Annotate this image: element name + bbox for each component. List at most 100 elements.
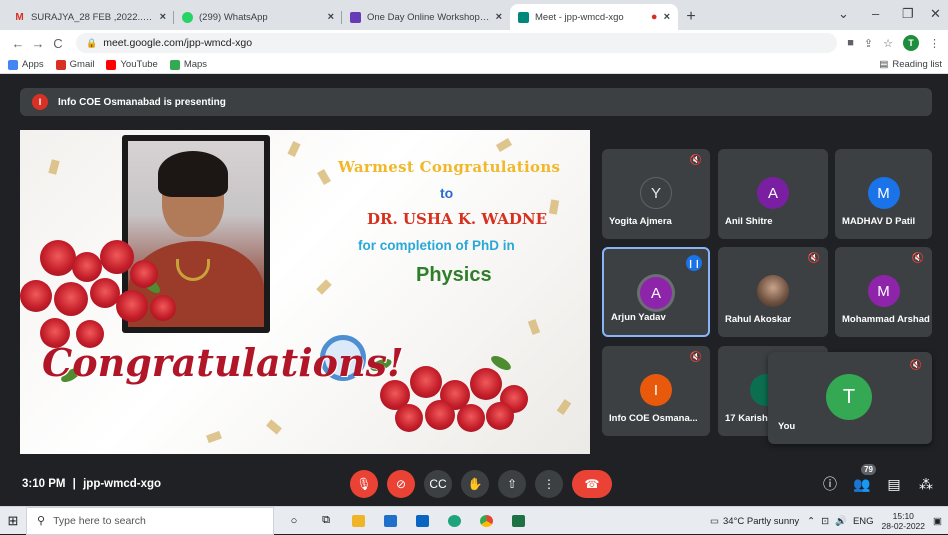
chat-icon[interactable]: ▤ <box>882 472 906 496</box>
tab-workshop[interactable]: One Day Online Workshop on "I" × <box>342 4 510 30</box>
edge-icon[interactable] <box>442 507 466 535</box>
participant-tile[interactable]: 🔇 Rahul Akoskar <box>718 247 828 337</box>
tab-surajya[interactable]: M SURAJYA_28 FEB ,2022... 1-4.pd × <box>6 4 174 30</box>
reading-list-icon: ▤ <box>879 59 889 70</box>
mic-off-icon: 🔇 <box>911 253 924 264</box>
browser-toolbar: ← → C 🔒 meet.google.com/jpp-wmcd-xgo ■ ⇪… <box>0 30 948 56</box>
recording-icon: ● <box>650 11 658 23</box>
activities-icon[interactable]: ⁂ <box>914 472 938 496</box>
camera-icon[interactable]: ■ <box>847 37 854 49</box>
speaking-indicator-icon: ❙❙ <box>686 255 702 271</box>
forward-icon[interactable]: → <box>28 36 48 51</box>
close-window-icon[interactable]: ✕ <box>930 6 941 22</box>
language-indicator[interactable]: ENG <box>853 516 874 527</box>
reading-list-button[interactable]: ▤ Reading list <box>879 59 942 70</box>
self-avatar: T <box>826 374 872 420</box>
volume-icon[interactable]: 🔊 <box>835 516 847 527</box>
menu-icon[interactable]: ⋮ <box>929 37 940 50</box>
notifications-icon[interactable]: ▣ <box>933 516 942 527</box>
new-tab-button[interactable]: + <box>678 4 704 30</box>
close-tab-icon[interactable]: × <box>328 11 334 23</box>
participant-tile-speaking[interactable]: ❙❙ A Arjun Yadav <box>602 247 710 337</box>
whatsapp-icon <box>182 11 193 23</box>
minimize-icon[interactable]: – <box>872 6 879 21</box>
info-icon[interactable]: ⓘ <box>818 472 842 496</box>
presentation-slide[interactable]: Warmest Congratulations to DR. USHA K. W… <box>20 130 590 454</box>
mic-off-icon[interactable]: 🎙 <box>350 470 378 498</box>
weather-text[interactable]: 34°C Partly sunny <box>723 516 799 527</box>
meeting-time: 3:10 PM <box>22 478 66 490</box>
presenting-text: Info COE Osmanabad is presenting <box>58 96 226 108</box>
system-tray: ▭ 34°C Partly sunny ⌃ ⊡ 🔊 ENG 15:10 28-0… <box>710 507 942 535</box>
tab-title: Meet - jpp-wmcd-xgo <box>535 11 624 23</box>
close-tab-icon[interactable]: × <box>664 11 670 23</box>
task-view-icon[interactable]: ⧉ <box>314 507 338 535</box>
bookmark-maps[interactable]: Maps <box>169 59 207 70</box>
participant-tile[interactable]: 🔇 Y Yogita Ajmera <box>602 149 710 239</box>
participant-tile[interactable]: 🔇 I Info COE Osmana... <box>602 346 710 436</box>
bookmark-apps[interactable]: Apps <box>8 59 44 70</box>
captions-icon[interactable]: CC <box>424 470 452 498</box>
meeting-code: jpp-wmcd-xgo <box>83 478 162 490</box>
back-icon[interactable]: ← <box>8 36 28 51</box>
meet-main: I Info COE Osmanabad is presenting Warme… <box>0 74 948 506</box>
excel-icon[interactable] <box>506 507 530 535</box>
chrome-icon[interactable] <box>474 507 498 535</box>
cortana-icon[interactable]: ○ <box>282 507 306 535</box>
avatar: A <box>640 277 672 309</box>
share-icon[interactable]: ⇪ <box>864 37 873 50</box>
bookmark-youtube[interactable]: YouTube <box>106 59 158 70</box>
camera-off-icon[interactable]: ⊘ <box>387 470 415 498</box>
slide-heading: Warmest Congratulations <box>338 158 561 176</box>
self-view-tile[interactable]: 🔇 T You <box>768 352 932 444</box>
mail-icon[interactable] <box>410 507 434 535</box>
taskbar-search-box[interactable]: ⚲ Type here to search <box>26 506 274 535</box>
address-bar[interactable]: 🔒 meet.google.com/jpp-wmcd-xgo <box>76 33 838 53</box>
clock[interactable]: 15:10 28-02-2022 <box>882 511 925 531</box>
file-explorer-icon[interactable] <box>346 507 370 535</box>
participant-tile[interactable]: A Anil Shitre <box>718 149 828 239</box>
tab-whatsapp[interactable]: (299) WhatsApp × <box>174 4 342 30</box>
participant-name: 17 Karishi <box>725 413 771 424</box>
profile-avatar[interactable]: T <box>903 35 919 51</box>
windows-start-icon[interactable]: ⊞ <box>0 507 26 535</box>
mic-off-icon: 🔇 <box>909 360 922 371</box>
url-text: meet.google.com/jpp-wmcd-xgo <box>103 37 253 49</box>
slide-subject: Physics <box>416 264 492 286</box>
mic-off-icon: 🔇 <box>689 155 702 166</box>
windows-taskbar: ⊞ ⚲ Type here to search ○ ⧉ ▭ 34°C Partl… <box>0 506 948 535</box>
bookmark-star-icon[interactable]: ☆ <box>883 37 893 50</box>
profile-photo <box>757 275 789 307</box>
restore-icon[interactable]: ❐ <box>902 6 914 22</box>
participant-tile[interactable]: M MADHAV D Patil <box>835 149 932 239</box>
people-icon[interactable]: 👥 79 <box>850 464 876 496</box>
raise-hand-icon[interactable]: ✋ <box>461 470 489 498</box>
weather-icon[interactable]: ▭ <box>710 516 719 527</box>
network-icon[interactable]: ⊡ <box>821 516 829 527</box>
close-tab-icon[interactable]: × <box>496 11 502 23</box>
tab-title: (299) WhatsApp <box>199 11 268 23</box>
avatar: M <box>867 275 900 307</box>
mic-off-icon: 🔇 <box>689 352 702 363</box>
lock-icon[interactable]: 🔒 <box>86 38 97 49</box>
show-hidden-icons-icon[interactable]: ⌃ <box>807 516 815 527</box>
bookmarks-bar: Apps Gmail YouTube Maps ▤ Reading list <box>0 56 948 74</box>
more-options-icon[interactable]: ⋮ <box>535 470 563 498</box>
browser-tab-strip: M SURAJYA_28 FEB ,2022... 1-4.pd × (299)… <box>0 0 948 30</box>
meeting-details: 3:10 PM | jpp-wmcd-xgo <box>22 478 162 490</box>
participant-name: MADHAV D Patil <box>842 216 916 227</box>
store-icon[interactable] <box>378 507 402 535</box>
forms-icon <box>350 11 361 23</box>
tab-meet[interactable]: Meet - jpp-wmcd-xgo ● × <box>510 4 678 30</box>
bookmark-gmail[interactable]: Gmail <box>55 59 94 70</box>
end-call-icon[interactable]: ☎ <box>572 470 612 498</box>
meet-icon <box>518 11 529 23</box>
present-screen-icon[interactable]: ⇧ <box>498 470 526 498</box>
close-tab-icon[interactable]: × <box>160 11 166 23</box>
tab-search-icon[interactable]: ⌄ <box>838 6 849 22</box>
participant-tile[interactable]: 🔇 M Mohammad Arshad <box>835 247 932 337</box>
reload-icon[interactable]: C <box>48 36 68 51</box>
presenter-avatar: I <box>32 94 48 110</box>
slide-congratulations-script: Congratulations! <box>42 340 404 385</box>
slide-to: to <box>440 185 454 201</box>
